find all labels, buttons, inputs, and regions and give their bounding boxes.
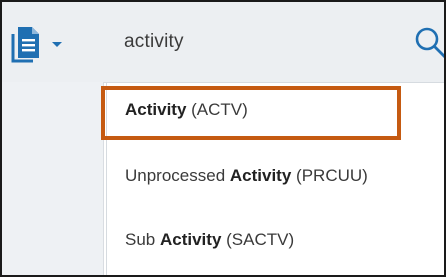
suggestion-activity-actv[interactable]: Activity (ACTV): [125, 100, 248, 120]
suggestion-match: Activity: [229, 166, 292, 185]
app-window: activity Activity (ACTV) Unprocessed Act…: [0, 0, 446, 277]
search-suggestions-dropdown: Activity (ACTV) Unprocessed Activity (PR…: [106, 83, 444, 275]
chevron-down-icon: [52, 41, 62, 47]
search-input[interactable]: activity: [124, 31, 184, 53]
suggestion-suffix: (ACTV): [186, 100, 248, 119]
suggestion-prefix: Unprocessed: [125, 166, 230, 185]
left-side-panel: [2, 82, 104, 275]
suggestion-suffix: (PRCUU): [291, 166, 368, 185]
search-toolbar: activity: [2, 2, 446, 83]
suggestion-sub-activity-sactv[interactable]: Sub Activity (SACTV): [125, 230, 294, 250]
document-icon: [11, 27, 39, 63]
suggestion-match: Activity: [159, 230, 222, 249]
suggestion-prefix: Sub: [125, 230, 160, 249]
suggestion-unprocessed-activity-prcuu[interactable]: Unprocessed Activity (PRCUU): [125, 166, 368, 186]
suggestion-suffix: (SACTV): [221, 230, 295, 249]
document-menu-button[interactable]: [10, 24, 84, 64]
magnifier-icon[interactable]: [408, 22, 446, 62]
suggestion-match: Activity: [125, 100, 187, 119]
